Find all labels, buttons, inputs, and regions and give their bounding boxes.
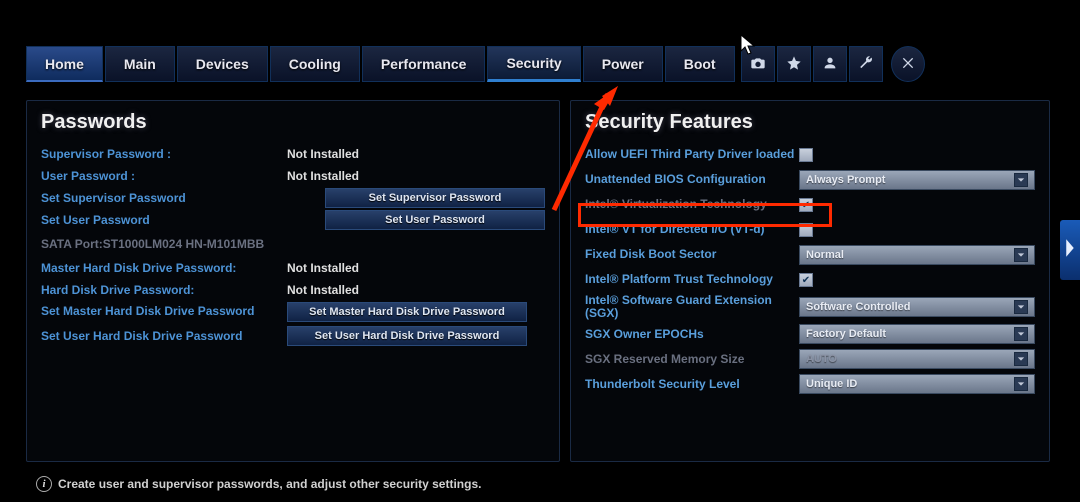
wrench-icon <box>858 55 874 74</box>
feature-sgx-owner-epochs: SGX Owner EPOCHs Factory Default <box>585 323 1035 345</box>
security-features-heading: Security Features <box>585 111 1035 134</box>
set-supervisor-password-button[interactable]: Set Supervisor Password <box>325 188 545 208</box>
label: SGX Owner EPOCHs <box>585 328 799 341</box>
feature-allow-uefi-drivers: Allow UEFI Third Party Driver loaded <box>585 144 1035 166</box>
chevron-down-icon <box>1014 327 1028 341</box>
dropdown[interactable]: Software Controlled <box>799 297 1035 317</box>
row-user-password: User Password : Not Installed <box>41 166 545 186</box>
row-set-user-hdd-password: Set User Hard Disk Drive Password Set Us… <box>41 326 545 346</box>
tab-cooling[interactable]: Cooling <box>270 46 360 82</box>
label: User Password : <box>41 169 287 183</box>
chevron-down-icon <box>1014 173 1028 187</box>
tab-performance[interactable]: Performance <box>362 46 486 82</box>
label: Set Master Hard Disk Drive Password <box>41 305 287 318</box>
row-sata-port: SATA Port:ST1000LM024 HN-M101MBB <box>41 234 545 254</box>
set-user-hdd-password-button[interactable]: Set User Hard Disk Drive Password <box>287 326 527 346</box>
security-features-panel: Security Features Allow UEFI Third Party… <box>570 100 1050 462</box>
tools-button[interactable] <box>849 46 883 82</box>
checkbox[interactable] <box>799 273 813 287</box>
label: Hard Disk Drive Password: <box>41 283 287 297</box>
favorites-button[interactable] <box>777 46 811 82</box>
checkbox[interactable] <box>799 198 813 212</box>
row-set-supervisor-password: Set Supervisor Password Set Supervisor P… <box>41 188 545 208</box>
passwords-heading: Passwords <box>41 111 545 134</box>
chevron-down-icon <box>1014 377 1028 391</box>
label: Set User Hard Disk Drive Password <box>41 329 287 343</box>
mouse-cursor <box>740 34 758 56</box>
set-user-password-button[interactable]: Set User Password <box>325 210 545 230</box>
close-icon <box>900 55 916 74</box>
tab-power[interactable]: Power <box>583 46 663 82</box>
dropdown[interactable]: AUTO <box>799 349 1035 369</box>
dropdown[interactable]: Unique ID <box>799 374 1035 394</box>
dropdown[interactable]: Factory Default <box>799 324 1035 344</box>
tab-devices[interactable]: Devices <box>177 46 268 82</box>
row-supervisor-password: Supervisor Password : Not Installed <box>41 144 545 164</box>
label: SGX Reserved Memory Size <box>585 353 799 366</box>
checkbox[interactable] <box>799 148 813 162</box>
label: Set Supervisor Password <box>41 191 243 205</box>
label: Thunderbolt Security Level <box>585 378 799 391</box>
label: Intel® VT for Directed I/O (VT-d) <box>585 223 799 236</box>
row-hdd-password: Hard Disk Drive Password: Not Installed <box>41 280 545 300</box>
feature-intel-sgx: Intel® Software Guard Extension (SGX) So… <box>585 294 1035 320</box>
tab-home[interactable]: Home <box>26 46 103 82</box>
row-master-hdd-password: Master Hard Disk Drive Password: Not Ins… <box>41 258 545 278</box>
label: Set User Password <box>41 213 243 227</box>
value: Not Installed <box>287 261 387 275</box>
toolbar-icons <box>741 46 883 82</box>
tab-boot[interactable]: Boot <box>665 46 735 82</box>
label: Fixed Disk Boot Sector <box>585 248 799 261</box>
row-set-master-hdd-password: Set Master Hard Disk Drive Password Set … <box>41 302 545 322</box>
side-next-button[interactable] <box>1060 220 1080 280</box>
nav-tabs: Home Main Devices Cooling Performance Se… <box>26 46 1054 82</box>
feature-unattended-bios: Unattended BIOS Configuration Always Pro… <box>585 169 1035 191</box>
feature-intel-vtd: Intel® VT for Directed I/O (VT-d) <box>585 219 1035 241</box>
chevron-down-icon <box>1014 248 1028 262</box>
passwords-panel: Passwords Supervisor Password : Not Inst… <box>26 100 560 462</box>
dropdown-value: Factory Default <box>806 328 886 340</box>
dropdown[interactable]: Always Prompt <box>799 170 1035 190</box>
label: Intel® Software Guard Extension (SGX) <box>585 294 799 320</box>
label: Master Hard Disk Drive Password: <box>41 261 287 275</box>
chevron-down-icon <box>1014 300 1028 314</box>
dropdown[interactable]: Normal <box>799 245 1035 265</box>
feature-intel-vt: Intel® Virtualization Technology <box>585 194 1035 216</box>
checkbox[interactable] <box>799 223 813 237</box>
dropdown-value: AUTO <box>806 353 837 365</box>
value: Not Installed <box>287 169 387 183</box>
chevron-right-icon <box>1063 238 1077 263</box>
profile-button[interactable] <box>813 46 847 82</box>
info-icon: i <box>36 476 52 492</box>
tab-main[interactable]: Main <box>105 46 175 82</box>
feature-intel-ptt: Intel® Platform Trust Technology <box>585 269 1035 291</box>
footer-help-text: Create user and supervisor passwords, an… <box>58 477 481 491</box>
value: Not Installed <box>287 283 387 297</box>
user-icon <box>822 55 838 74</box>
row-set-user-password: Set User Password Set User Password <box>41 210 545 230</box>
annotation-arrow <box>544 80 626 216</box>
dropdown-value: Software Controlled <box>806 301 911 313</box>
dropdown-value: Unique ID <box>806 378 857 390</box>
feature-fixed-disk-boot-sector: Fixed Disk Boot Sector Normal <box>585 244 1035 266</box>
star-icon <box>786 55 802 74</box>
value: Not Installed <box>287 147 387 161</box>
feature-thunderbolt-security: Thunderbolt Security Level Unique ID <box>585 373 1035 395</box>
dropdown-value: Normal <box>806 249 844 261</box>
tab-security[interactable]: Security <box>487 46 580 82</box>
feature-sgx-reserved-memory: SGX Reserved Memory Size AUTO <box>585 348 1035 370</box>
chevron-down-icon <box>1014 352 1028 366</box>
exit-button[interactable] <box>891 46 925 82</box>
footer-help: i Create user and supervisor passwords, … <box>36 476 481 492</box>
camera-icon <box>750 55 766 74</box>
label: Supervisor Password : <box>41 147 287 161</box>
label: SATA Port:ST1000LM024 HN-M101MBB <box>41 237 301 251</box>
set-master-hdd-password-button[interactable]: Set Master Hard Disk Drive Password <box>287 302 527 322</box>
dropdown-value: Always Prompt <box>806 174 885 186</box>
label: Intel® Platform Trust Technology <box>585 273 799 286</box>
